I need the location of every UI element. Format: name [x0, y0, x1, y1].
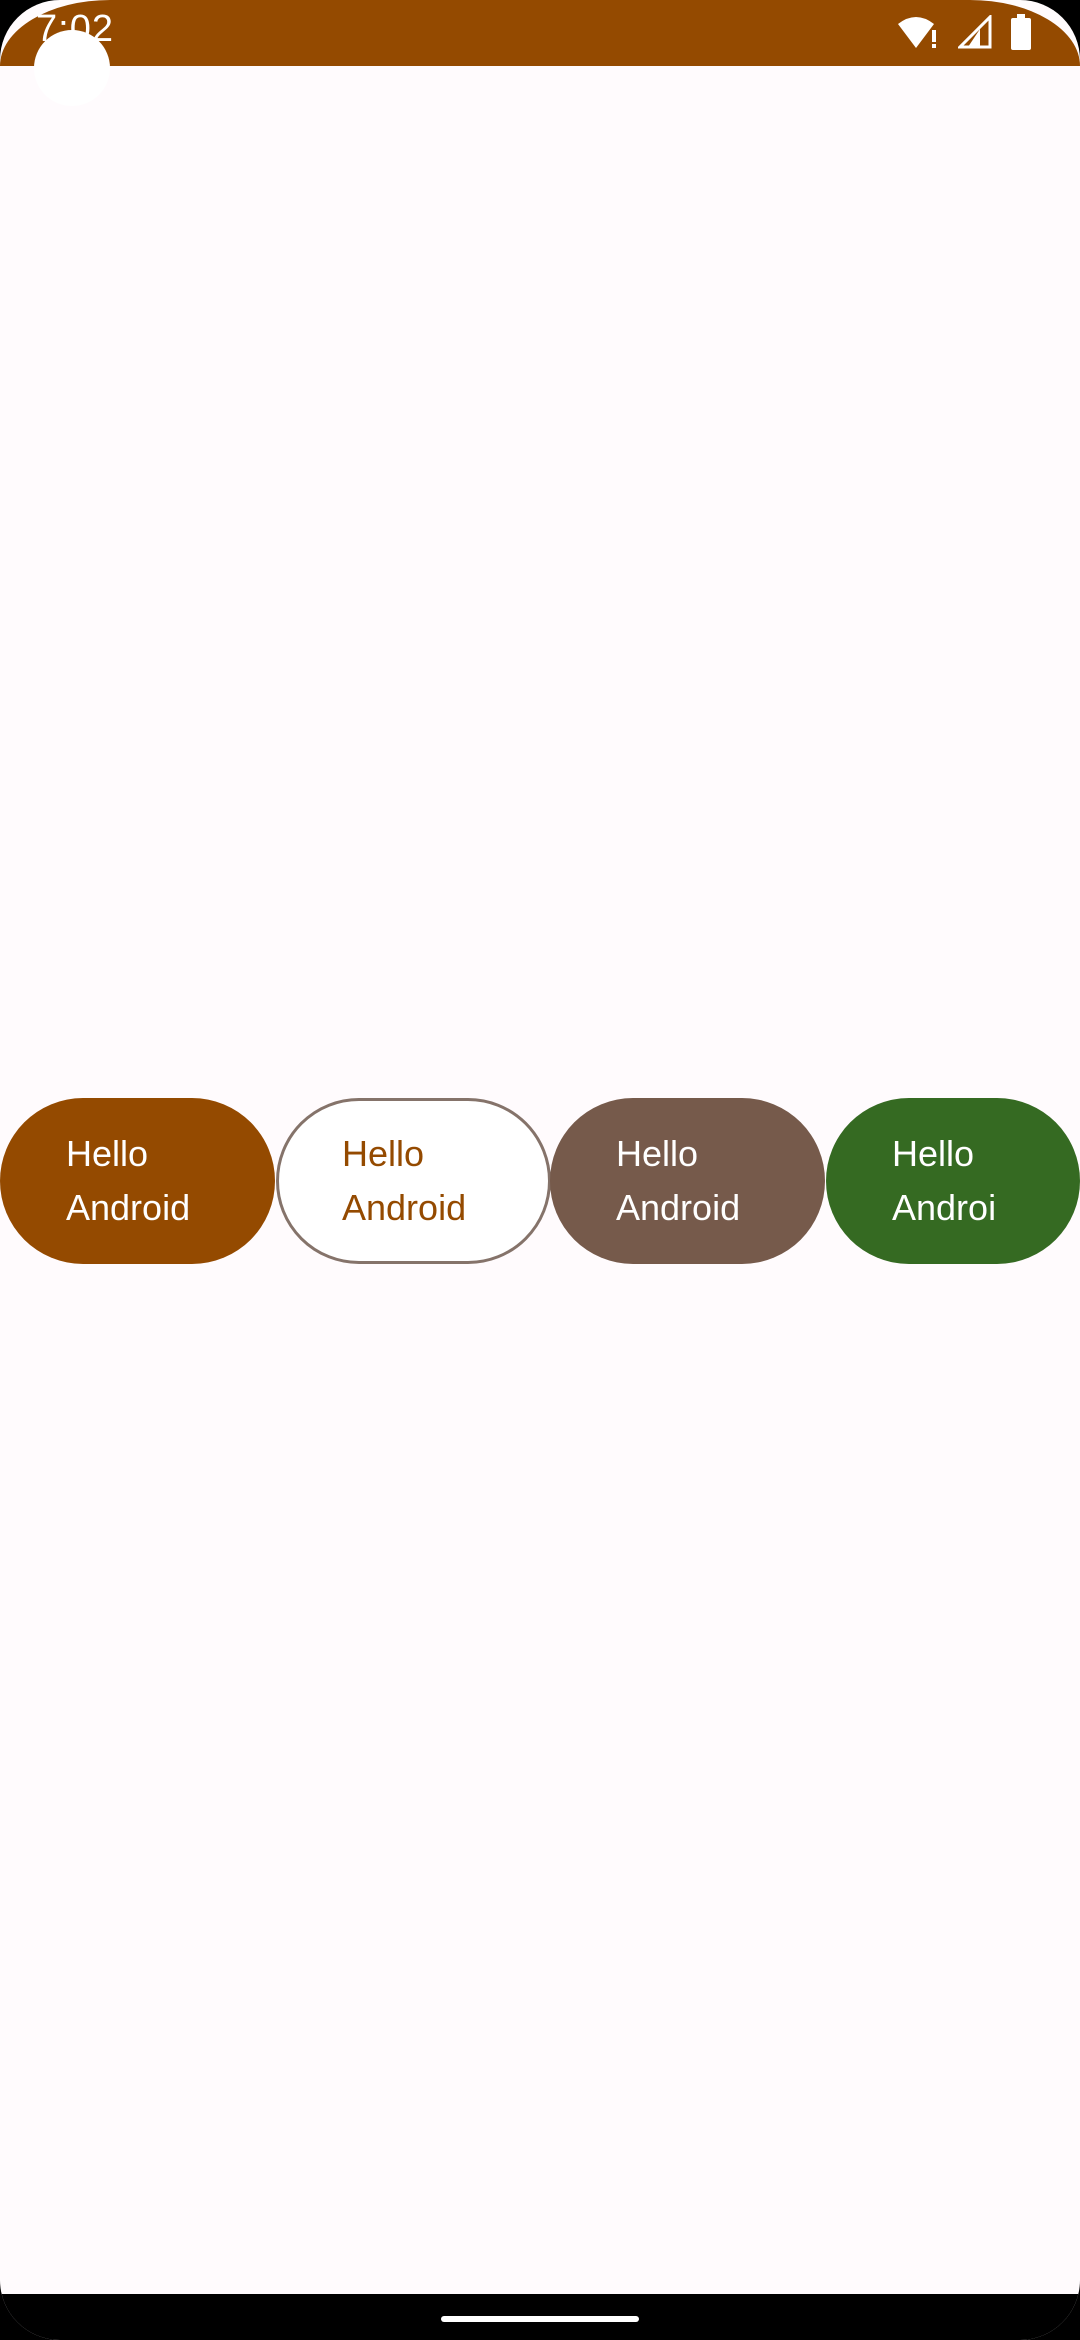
wifi-alert-icon [896, 14, 940, 55]
home-indicator[interactable] [441, 2316, 639, 2322]
filled-button[interactable]: Hello Android [0, 1098, 275, 1264]
battery-icon [1010, 14, 1032, 55]
app-screen: 7:02 Hello Android Hello Android Hello A… [0, 0, 1080, 2340]
tonal-button-label: Hello Android [616, 1133, 741, 1228]
camera-cutout [34, 30, 110, 106]
cellular-signal-icon [956, 13, 992, 54]
tertiary-button[interactable]: Hello Androi [826, 1098, 1080, 1264]
navigation-bar [0, 2294, 1080, 2340]
outlined-button-label: Hello Android [342, 1133, 467, 1228]
filled-button-label: Hello Android [66, 1133, 191, 1228]
button-row: Hello Android Hello Android Hello Androi… [0, 1098, 1080, 1264]
tonal-button[interactable]: Hello Android [550, 1098, 825, 1264]
status-bar: 7:02 [0, 0, 1080, 106]
tertiary-button-label: Hello Androi [892, 1133, 997, 1228]
outlined-button[interactable]: Hello Android [276, 1098, 551, 1264]
status-icons [896, 13, 1032, 55]
